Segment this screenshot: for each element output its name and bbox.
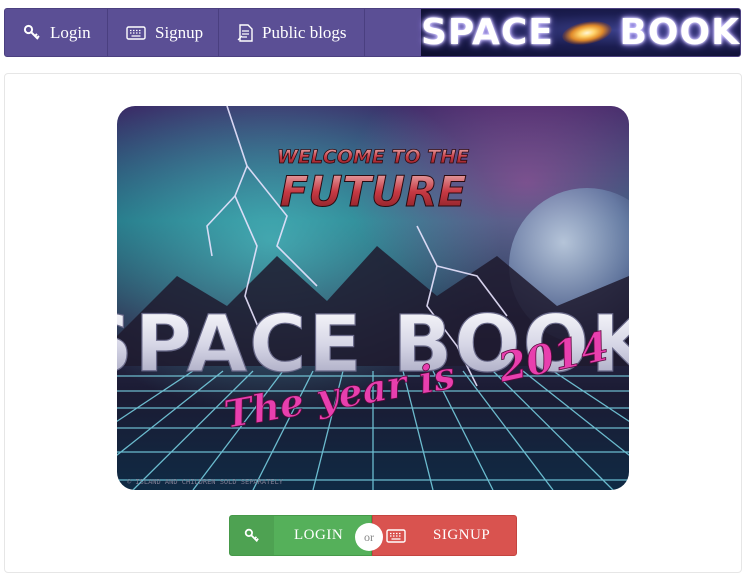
login-button-label: LOGIN bbox=[294, 527, 344, 543]
nav-public-blogs-label: Public blogs bbox=[262, 22, 347, 42]
login-button[interactable]: LOGIN bbox=[229, 515, 372, 556]
hero-image: WELCOME TO THE FUTURE SPACE BOOK The yea… bbox=[117, 106, 629, 490]
nav-login-label: Login bbox=[50, 22, 91, 42]
hero-future-text: FUTURE bbox=[280, 167, 467, 216]
top-navbar: Login Signup Public blogs SPACE BOOK bbox=[4, 8, 741, 57]
compose-icon bbox=[237, 23, 253, 42]
nav-public-blogs-link[interactable]: Public blogs bbox=[219, 9, 365, 56]
signup-button[interactable]: SIGNUP bbox=[372, 515, 517, 556]
auth-button-group: LOGIN or SIGNUP bbox=[229, 515, 517, 556]
logo-right-word: BOOK bbox=[619, 12, 740, 53]
nav-signup-label: Signup bbox=[155, 22, 204, 42]
nav-signup-link[interactable]: Signup bbox=[108, 9, 219, 56]
key-icon bbox=[23, 24, 41, 42]
or-divider: or bbox=[355, 523, 383, 551]
hero-welcome-text: WELCOME TO THE bbox=[277, 146, 469, 168]
key-icon bbox=[230, 516, 274, 555]
hero-footer-note: © ISLAND AND CHILDREN SOLD SEPARATELY bbox=[127, 478, 284, 486]
nav-login-link[interactable]: Login bbox=[5, 9, 108, 56]
galaxy-icon bbox=[560, 17, 613, 48]
keyboard-icon bbox=[379, 516, 413, 555]
spacebook-logo[interactable]: SPACE BOOK bbox=[421, 9, 740, 56]
keyboard-icon bbox=[126, 25, 146, 40]
signup-button-label: SIGNUP bbox=[433, 527, 491, 543]
logo-left-word: SPACE bbox=[421, 12, 554, 53]
